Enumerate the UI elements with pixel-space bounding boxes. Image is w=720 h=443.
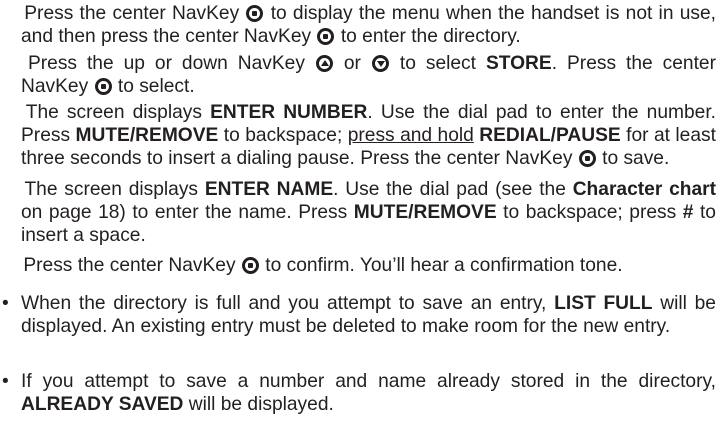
manual-page: 1. Press the center NavKey to display th…: [0, 0, 720, 443]
bullet-mark: •: [2, 371, 9, 392]
step-2: 2. Press the up or down NavKey or to sel…: [0, 52, 716, 98]
step-number: 1.: [0, 2, 18, 25]
step-number: 5.: [0, 254, 18, 277]
step-1: 1. Press the center NavKey to display th…: [0, 2, 716, 48]
step-number: 4.: [0, 178, 18, 201]
navkey-center-icon: [241, 257, 259, 274]
bullet-mark: •: [2, 293, 9, 314]
navkey-down-icon: [371, 55, 389, 72]
navkey-center-icon: [317, 28, 335, 46]
navkey-up-icon: [315, 55, 333, 72]
navkey-center-icon: [94, 78, 112, 96]
note-already-saved: • If you attempt to save a number and na…: [2, 371, 716, 416]
step-number: 3.: [0, 101, 18, 124]
step-3: 3. The screen displays ENTER NUMBER. Use…: [0, 101, 716, 171]
note-list-full: • When the directory is full and you att…: [2, 293, 716, 338]
step-5: 5. Press the center NavKey to confirm. Y…: [0, 254, 716, 277]
navkey-center-icon: [246, 5, 264, 22]
step-4: 4. The screen displays ENTER NAME. Use t…: [0, 178, 716, 248]
step-number: 2.: [0, 52, 18, 75]
navkey-center-icon: [578, 150, 596, 168]
